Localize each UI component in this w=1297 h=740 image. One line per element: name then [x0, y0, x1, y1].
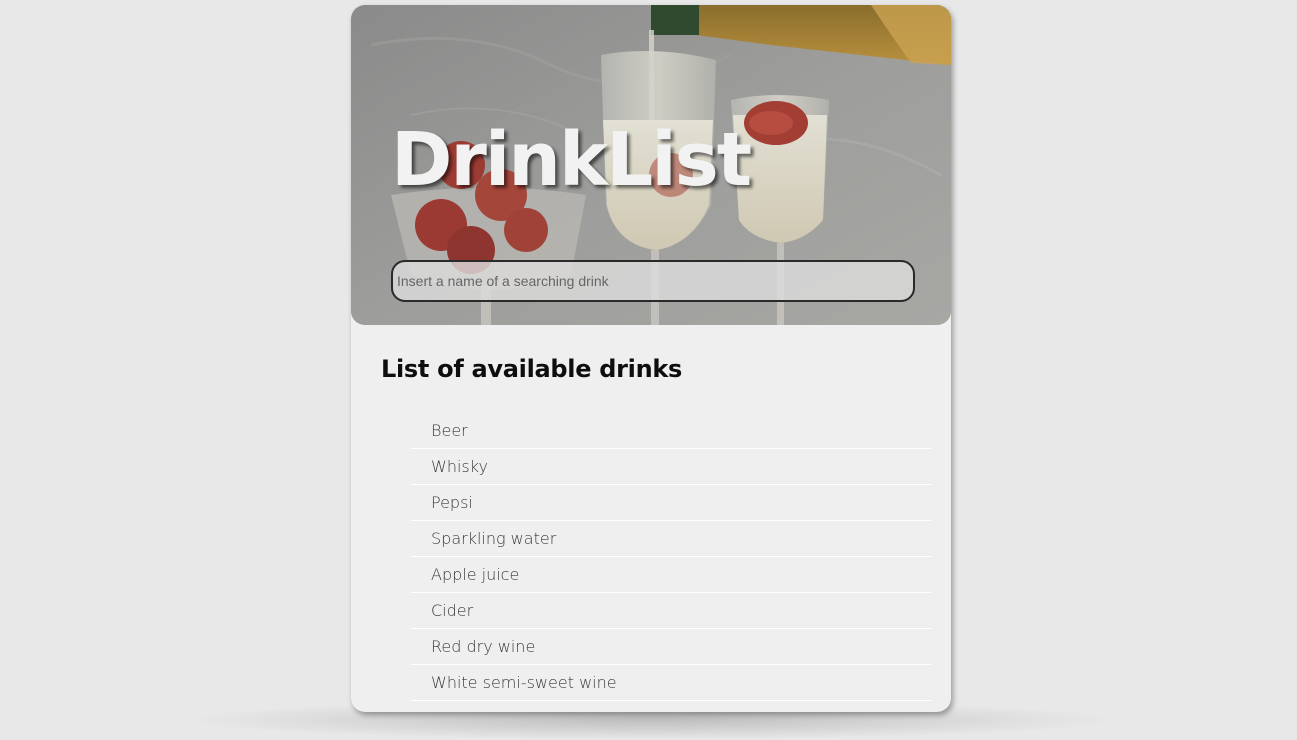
list-item[interactable]: Whisky: [411, 449, 931, 485]
list-item[interactable]: Apple juice: [411, 557, 931, 593]
list-heading: List of available drinks: [381, 355, 683, 383]
hero-banner: DrinkList: [351, 5, 951, 325]
list-item[interactable]: White semi-sweet wine: [411, 665, 931, 701]
list-item[interactable]: Beer: [411, 413, 931, 449]
drink-list-card: DrinkList List of available drinks Beer …: [351, 5, 951, 712]
list-item[interactable]: Red dry wine: [411, 629, 931, 665]
list-item[interactable]: Cider: [411, 593, 931, 629]
app-title: DrinkList: [391, 117, 752, 203]
list-item[interactable]: Sparkling water: [411, 521, 931, 557]
list-item[interactable]: Pepsi: [411, 485, 931, 521]
drink-list: Beer Whisky Pepsi Sparkling water Apple …: [411, 413, 931, 701]
search-input[interactable]: [391, 260, 915, 302]
